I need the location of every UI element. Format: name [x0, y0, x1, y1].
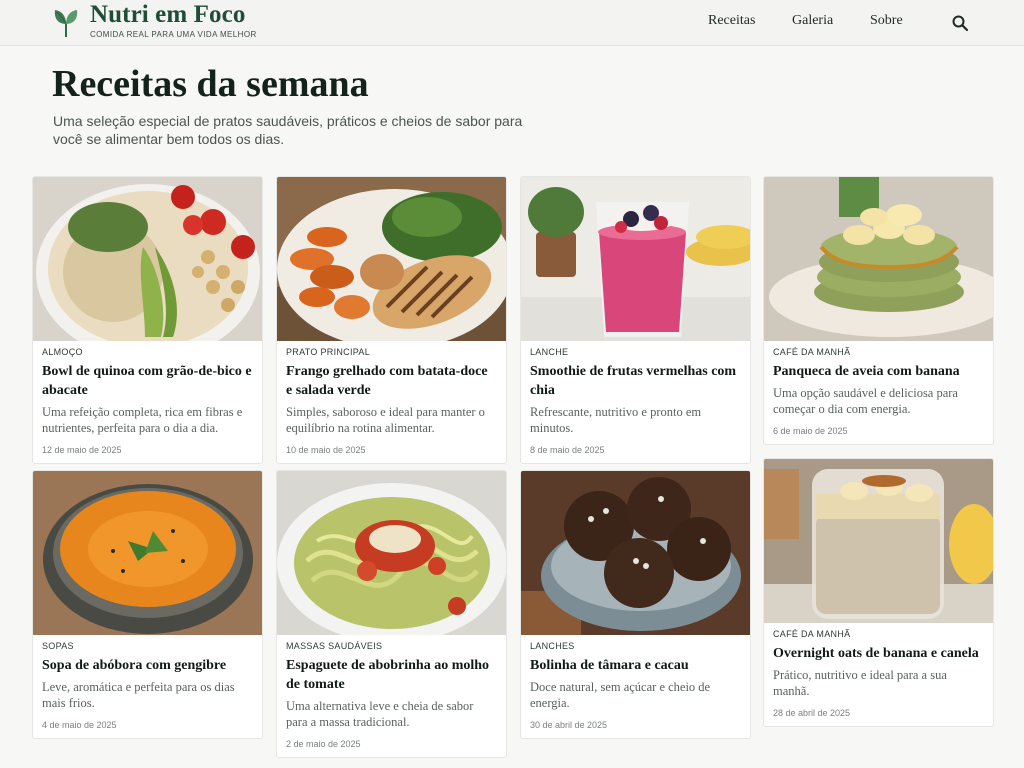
- brand-tagline: COMIDA REAL PARA UMA VIDA MELHOR: [90, 30, 257, 39]
- recipe-category: MASSAS SAUDÁVEIS: [286, 641, 383, 651]
- recipe-title[interactable]: Espaguete de abobrinha ao molho de tomat…: [286, 656, 497, 694]
- recipe-card-date-cocoa-balls[interactable]: LANCHES Bolinha de tâmara e cacau Doce n…: [520, 470, 751, 739]
- recipe-card-oat-pancake[interactable]: CAFÉ DA MANHÃ Panqueca de aveia com bana…: [763, 176, 994, 445]
- recipe-date: 30 de abril de 2025: [530, 720, 608, 730]
- recipe-title[interactable]: Smoothie de frutas vermelhas com chia: [530, 362, 741, 400]
- recipe-category: CAFÉ DA MANHÃ: [773, 347, 851, 357]
- recipe-category: CAFÉ DA MANHÃ: [773, 629, 851, 639]
- page-subtitle: Uma seleção especial de pratos saudáveis…: [53, 113, 523, 147]
- recipe-card-grilled-chicken[interactable]: PRATO PRINCIPAL Frango grelhado com bata…: [276, 176, 507, 464]
- recipe-title[interactable]: Panqueca de aveia com banana: [773, 362, 984, 381]
- recipe-description: Doce natural, sem açúcar e cheio de ener…: [530, 680, 711, 710]
- brand-name[interactable]: Nutri em Foco: [90, 1, 245, 29]
- recipe-card-pumpkin-soup[interactable]: SOPAS Sopa de abóbora com gengibre Leve,…: [32, 470, 263, 739]
- recipe-description: Leve, aromática e perfeita para os dias …: [42, 680, 235, 710]
- nav-sobre[interactable]: Sobre: [870, 13, 903, 29]
- recipe-category: LANCHE: [530, 347, 569, 357]
- recipe-image-oat-pancake: [764, 177, 993, 341]
- recipe-category: PRATO PRINCIPAL: [286, 347, 371, 357]
- recipe-image-zucchini-spaghetti: [277, 471, 506, 635]
- recipe-image-grilled-chicken: [277, 177, 506, 341]
- recipe-title[interactable]: Sopa de abóbora com gengibre: [42, 656, 253, 675]
- recipe-image-pumpkin-soup: [33, 471, 262, 635]
- recipe-card-berry-smoothie[interactable]: LANCHE Smoothie de frutas vermelhas com …: [520, 176, 751, 464]
- leaf-logo-icon[interactable]: [53, 8, 79, 38]
- recipe-description: Uma opção saudável e deliciosa para come…: [773, 386, 958, 416]
- recipe-description: Simples, saboroso e ideal para manter o …: [286, 405, 485, 435]
- recipe-card-quinoa-bowl[interactable]: ALMOÇO Bowl de quinoa com grão-de-bico e…: [32, 176, 263, 464]
- nav-galeria[interactable]: Galeria: [792, 13, 833, 29]
- recipe-title[interactable]: Frango grelhado com batata-doce e salada…: [286, 362, 497, 400]
- recipe-date: 10 de maio de 2025: [286, 445, 366, 455]
- recipe-description: Uma refeição completa, rica em fibras e …: [42, 405, 243, 435]
- recipe-description: Refrescante, nutritivo e pronto em minut…: [530, 405, 702, 435]
- recipe-image-date-cocoa-balls: [521, 471, 750, 635]
- page-title: Receitas da semana: [52, 63, 369, 105]
- recipe-title[interactable]: Overnight oats de banana e canela: [773, 644, 984, 663]
- recipe-date: 8 de maio de 2025: [530, 445, 605, 455]
- recipe-category: LANCHES: [530, 641, 575, 651]
- recipe-date: 4 de maio de 2025: [42, 720, 117, 730]
- nav-receitas[interactable]: Receitas: [708, 13, 755, 29]
- recipe-date: 28 de abril de 2025: [773, 708, 851, 718]
- recipe-date: 12 de maio de 2025: [42, 445, 122, 455]
- recipe-title[interactable]: Bolinha de tâmara e cacau: [530, 656, 741, 675]
- recipe-category: ALMOÇO: [42, 347, 83, 357]
- recipe-date: 2 de maio de 2025: [286, 739, 361, 749]
- recipe-title[interactable]: Bowl de quinoa com grão-de-bico e abacat…: [42, 362, 253, 400]
- recipe-description: Prático, nutritivo e ideal para a sua ma…: [773, 668, 947, 698]
- recipe-date: 6 de maio de 2025: [773, 426, 848, 436]
- recipe-category: SOPAS: [42, 641, 74, 651]
- recipe-image-berry-smoothie: [521, 177, 750, 341]
- recipe-image-overnight-oats: [764, 459, 993, 623]
- recipe-description: Uma alternativa leve e cheia de sabor pa…: [286, 699, 474, 729]
- recipe-card-zucchini-spaghetti[interactable]: MASSAS SAUDÁVEIS Espaguete de abobrinha …: [276, 470, 507, 758]
- search-icon[interactable]: [951, 14, 969, 32]
- recipe-card-overnight-oats[interactable]: CAFÉ DA MANHÃ Overnight oats de banana e…: [763, 458, 994, 727]
- recipe-image-quinoa-bowl: [33, 177, 262, 341]
- site-header: Nutri em Foco COMIDA REAL PARA UMA VIDA …: [0, 0, 1024, 46]
